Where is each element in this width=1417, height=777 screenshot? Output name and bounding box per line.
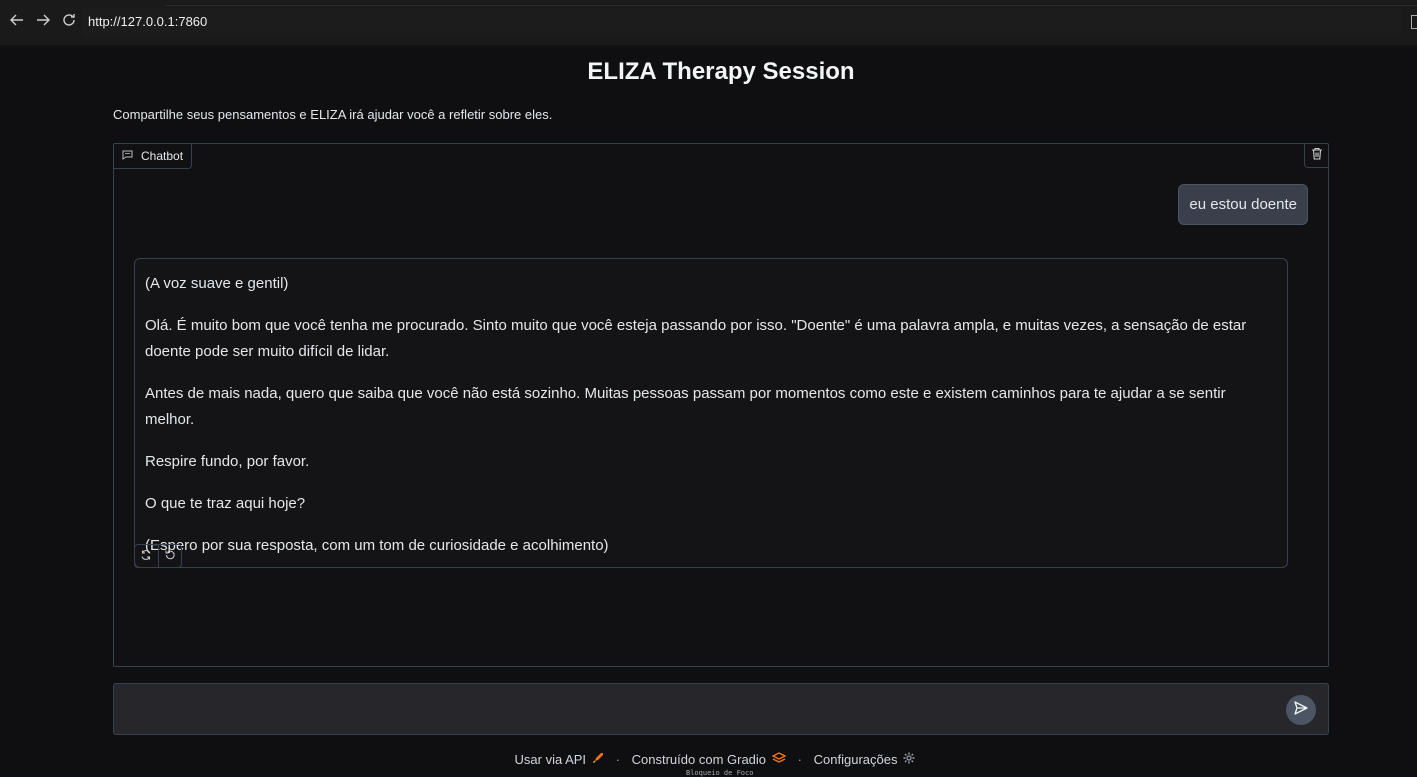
use-api-link[interactable]: Usar via API (515, 752, 605, 767)
bot-message-paragraph: (A voz suave e gentil) (145, 275, 289, 292)
page-title: ELIZA Therapy Session (587, 58, 855, 85)
back-arrow-icon[interactable] (7, 12, 27, 32)
send-button[interactable] (1286, 695, 1316, 725)
gear-icon (903, 752, 915, 767)
page-subtitle: Compartilhe seus pensamentos e ELIZA irá… (113, 107, 553, 122)
url-text: http://127.0.0.1:7860 (88, 14, 208, 29)
bot-message-paragraph: (Espero por sua resposta, com um tom de … (145, 537, 609, 554)
bot-message-paragraph: O que te traz aqui hoje? (145, 495, 306, 512)
bot-message: (A voz suave e gentil) Olá. É muito bom … (134, 258, 1288, 568)
chat-bubble-icon (122, 150, 133, 163)
chatbot-panel[interactable]: Chatbot eu estou doente (A voz suave e g… (113, 143, 1329, 667)
user-message: eu estou doente (1178, 184, 1308, 225)
focus-tooltip: Bloqueio de Foco (686, 769, 754, 777)
bot-message-paragraph: Olá. É muito bom que você tenha me procu… (145, 317, 1247, 360)
retry-button[interactable] (135, 545, 158, 567)
rocket-icon (592, 752, 604, 767)
message-actions (134, 544, 182, 568)
undo-icon (164, 549, 176, 564)
sidebar-toggle-icon[interactable] (1411, 15, 1417, 29)
reload-icon[interactable] (59, 12, 79, 32)
bot-message-paragraph: Respire fundo, por favor. (145, 453, 310, 470)
app-page: ELIZA Therapy Session Compartilhe seus p… (0, 46, 1417, 777)
forward-arrow-icon[interactable] (33, 12, 53, 32)
undo-button[interactable] (159, 545, 182, 567)
message-input[interactable] (126, 698, 1276, 722)
tab-strip-line (165, 5, 1417, 6)
send-icon (1293, 700, 1309, 721)
clear-chat-button[interactable] (1304, 144, 1328, 168)
chatbot-label: Chatbot (114, 144, 193, 169)
settings-link[interactable]: Configurações (814, 752, 916, 767)
message-input-container (113, 683, 1329, 735)
address-bar[interactable] (82, 8, 1402, 36)
footer: Usar via API · Construído com Gradio · C… (0, 752, 1417, 767)
browser-toolbar: http://127.0.0.1:7860 (0, 0, 1417, 46)
trash-icon (1311, 147, 1323, 165)
bot-message-paragraph: Antes de mais nada, quero que saiba que … (145, 385, 1226, 428)
chatbot-label-text: Chatbot (141, 149, 184, 163)
gradio-logo-icon (771, 752, 787, 767)
retry-icon (140, 549, 152, 564)
built-with-gradio-link[interactable]: Construído com Gradio (632, 752, 787, 767)
